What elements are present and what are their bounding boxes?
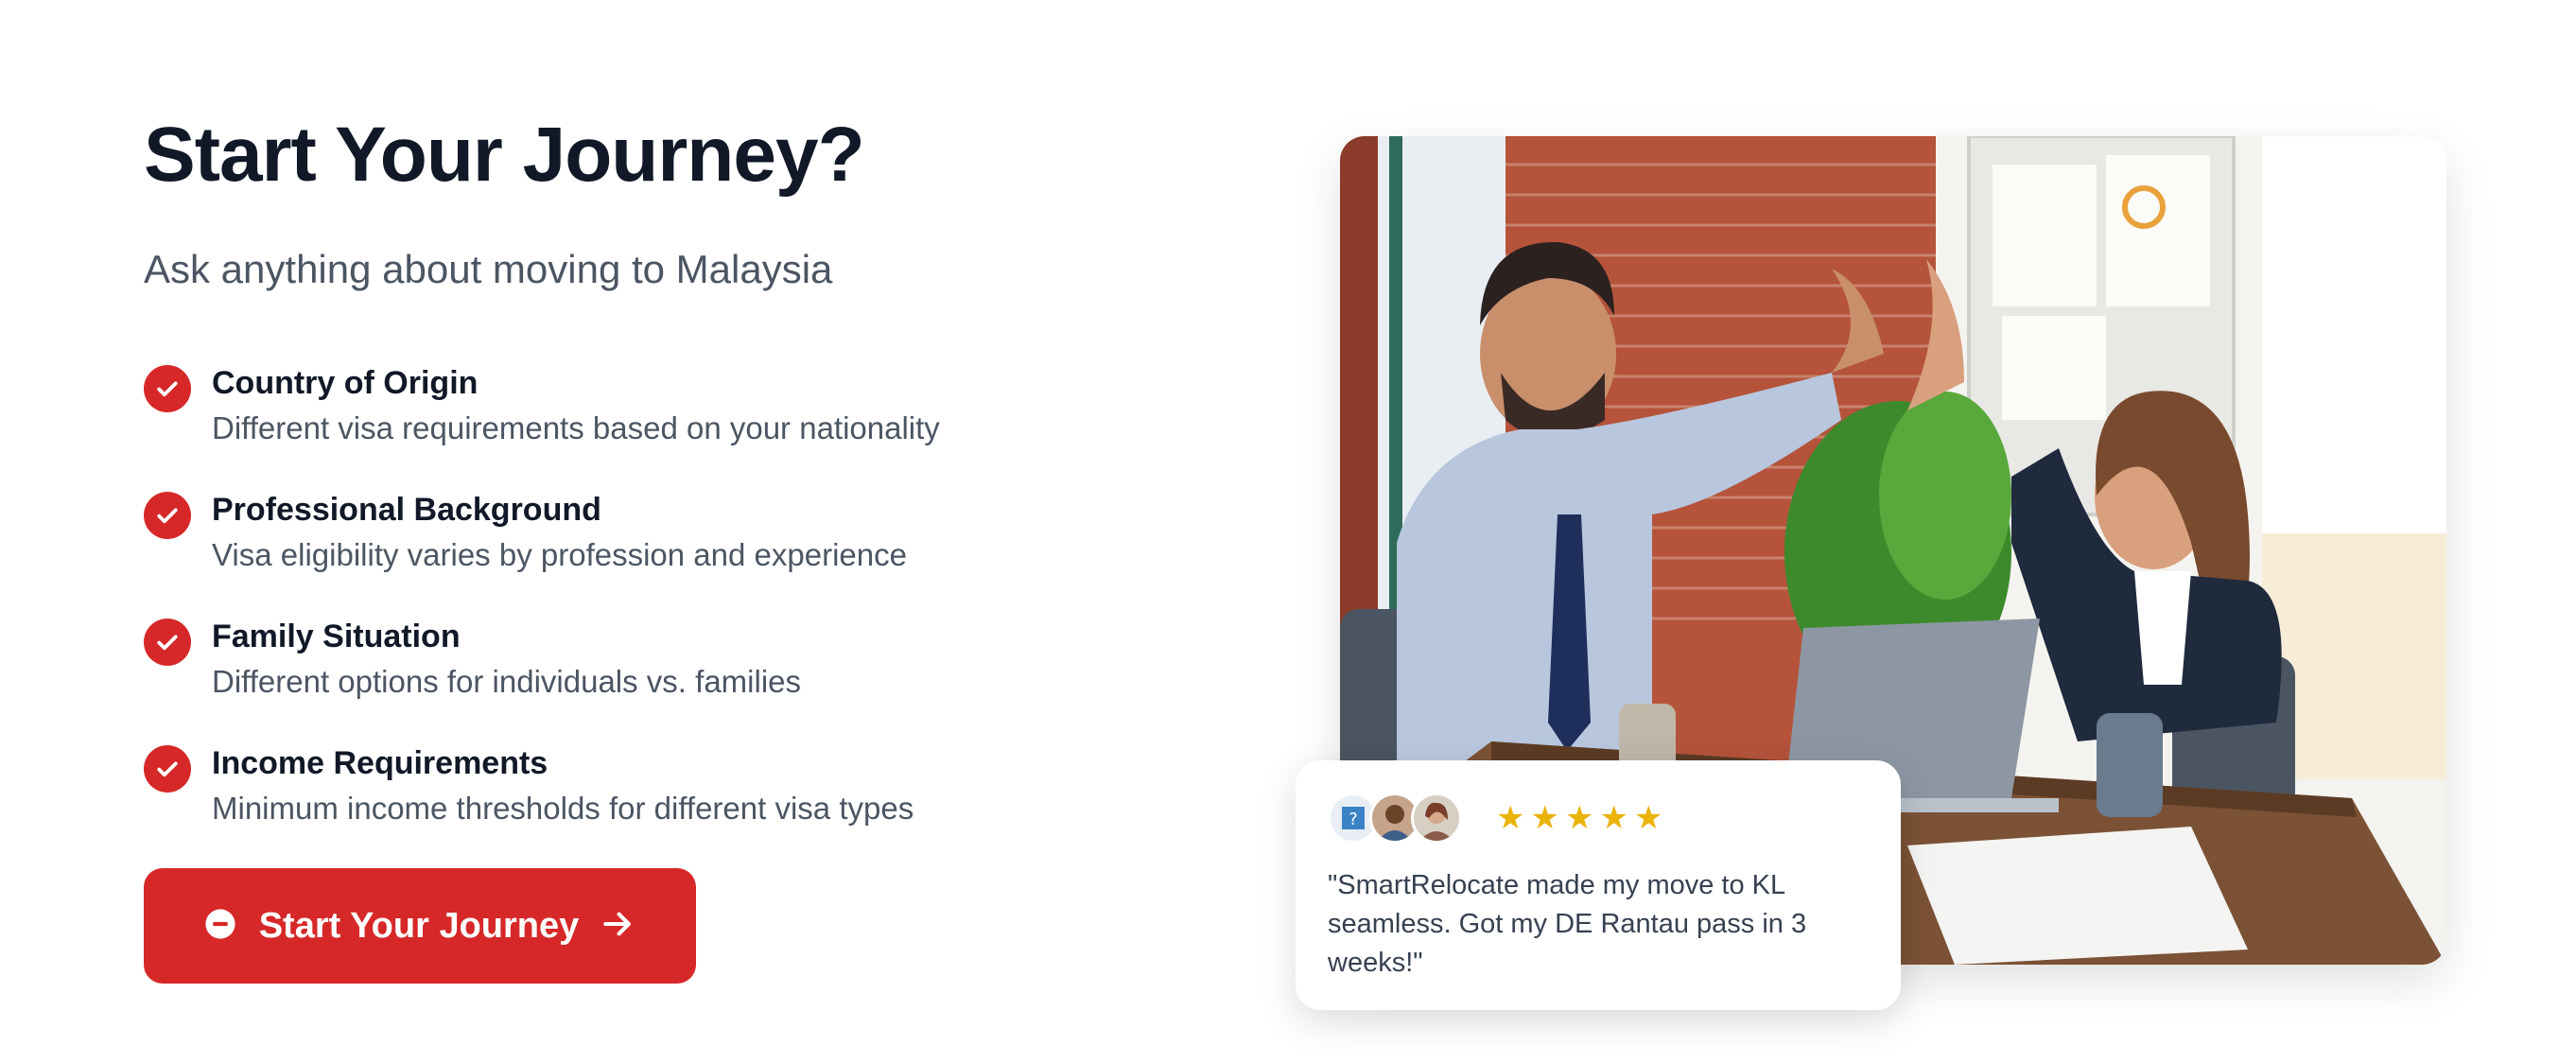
feature-item: Professional Background Visa eligibility… bbox=[144, 488, 1184, 579]
feature-description: Visa eligibility varies by profession an… bbox=[212, 537, 907, 572]
avatar bbox=[1411, 793, 1462, 844]
feature-description: Minimum income thresholds for different … bbox=[212, 791, 914, 826]
feature-item: Income Requirements Minimum income thres… bbox=[144, 741, 1184, 832]
testimonial-text: "SmartRelocate made my move to KL seamle… bbox=[1328, 870, 1807, 978]
page-subtitle: Ask anything about moving to Malaysia bbox=[144, 247, 833, 291]
star-icon: ★ bbox=[1496, 800, 1525, 836]
feature-item: Country of Origin Different visa require… bbox=[144, 361, 1184, 452]
star-icon: ★ bbox=[1530, 800, 1559, 836]
feature-description: Different options for individuals vs. fa… bbox=[212, 664, 802, 699]
minus-circle-icon bbox=[204, 908, 236, 945]
feature-item: Family Situation Different options for i… bbox=[144, 615, 1184, 706]
check-circle-icon bbox=[144, 745, 191, 793]
check-circle-icon bbox=[144, 619, 191, 666]
svg-text:?: ? bbox=[1349, 810, 1358, 829]
feature-description: Different visa requirements based on you… bbox=[212, 410, 940, 445]
check-circle-icon bbox=[144, 492, 191, 539]
start-journey-label: Start Your Journey bbox=[258, 905, 580, 946]
arrow-right-icon bbox=[600, 906, 635, 947]
check-circle-icon bbox=[144, 365, 191, 412]
feature-title: Income Requirements bbox=[212, 745, 548, 781]
feature-title: Professional Background bbox=[212, 492, 601, 528]
testimonial-card: ? ★ ★ ★ ★ ★ "SmartRelocate made my move … bbox=[1296, 760, 1901, 1010]
star-rating: ★ ★ ★ ★ ★ bbox=[1496, 799, 1668, 837]
feature-title: Family Situation bbox=[212, 619, 461, 654]
start-journey-button[interactable]: Start Your Journey bbox=[144, 868, 696, 984]
hero-section: Start Your Journey? Ask anything about m… bbox=[144, 106, 1184, 868]
page-title: Start Your Journey? bbox=[144, 112, 865, 198]
star-icon: ★ bbox=[1633, 800, 1663, 836]
feature-list: Country of Origin Different visa require… bbox=[144, 361, 1184, 832]
star-icon: ★ bbox=[1599, 800, 1628, 836]
star-icon: ★ bbox=[1564, 800, 1594, 836]
feature-title: Country of Origin bbox=[212, 365, 479, 401]
